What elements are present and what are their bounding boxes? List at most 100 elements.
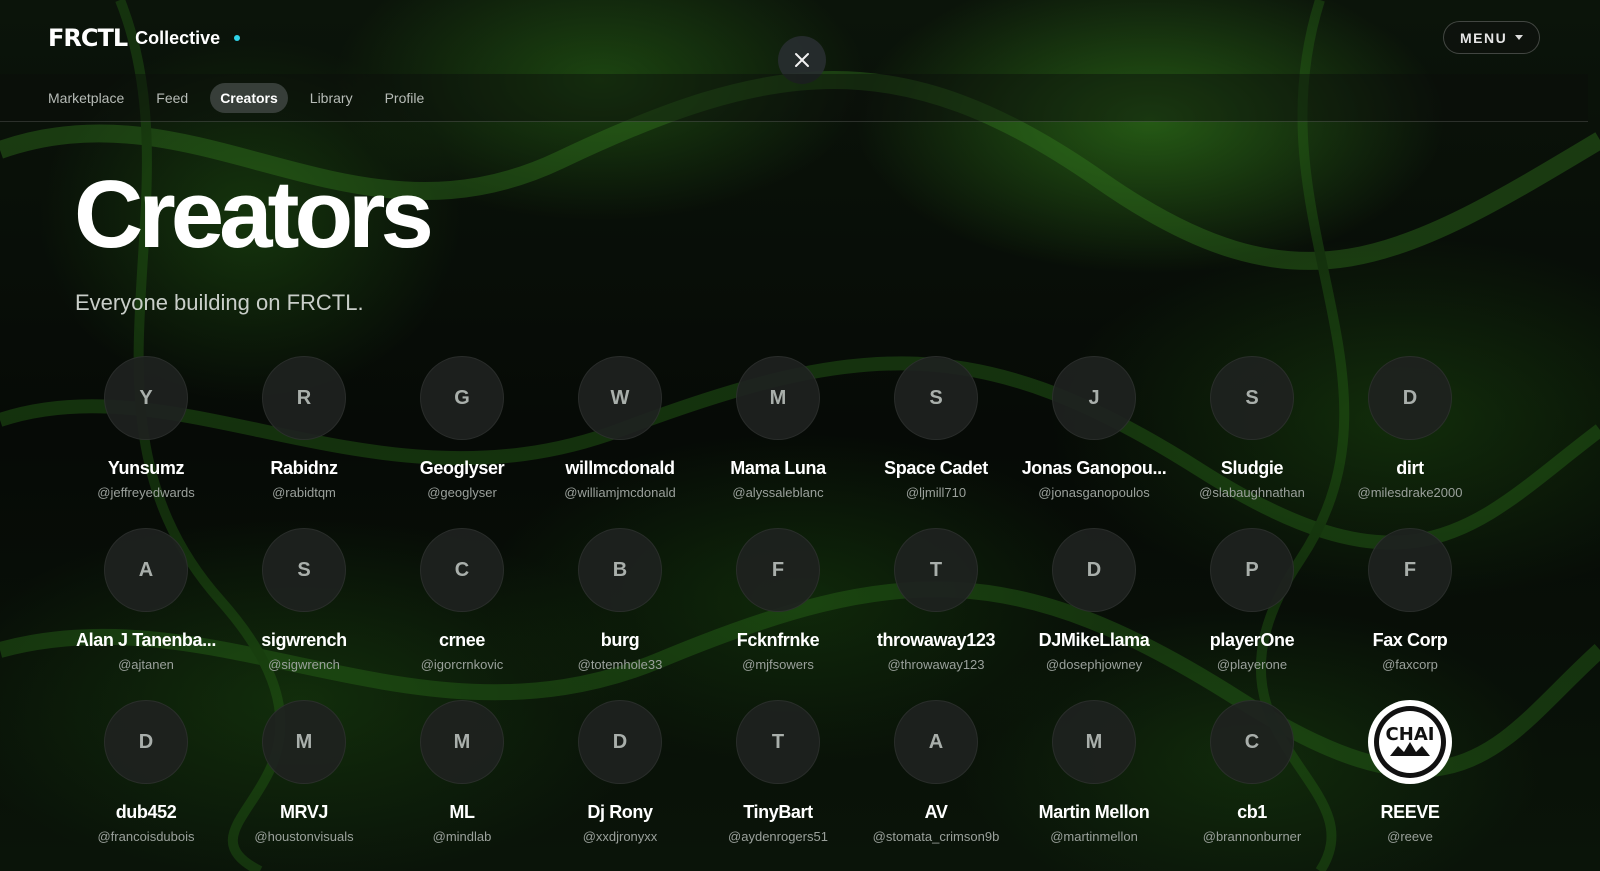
svg-text:CHAI: CHAI — [1386, 724, 1435, 745]
creator-handle: @igorcrnkovic — [420, 657, 504, 672]
creator-avatar: P — [1210, 528, 1294, 612]
creator-card[interactable]: A Alan J Tanenba... @ajtanen — [66, 528, 226, 672]
creator-card[interactable]: J Jonas Ganopou... @jonasganopoulos — [1014, 356, 1174, 500]
creator-handle: @xxdjronyxx — [582, 829, 658, 844]
creator-avatar: Y — [104, 356, 188, 440]
creator-name: Fax Corp — [1372, 630, 1448, 650]
creator-card[interactable]: CHAI SOCIETY REEVE @reeve — [1330, 700, 1490, 844]
creator-avatar: S — [894, 356, 978, 440]
creator-name: willmcdonald — [565, 458, 675, 478]
creator-card[interactable]: Tthrowaway123 @throwaway123 — [856, 528, 1016, 672]
creator-avatar: D — [1368, 356, 1452, 440]
creator-card[interactable]: D DJMikeLlama @dosephjowney — [1014, 528, 1174, 672]
creator-handle: @faxcorp — [1382, 657, 1438, 672]
creator-handle: @mindlab — [432, 829, 492, 844]
creator-handle: @reeve — [1387, 829, 1433, 844]
creator-handle: @brannonburner — [1202, 829, 1302, 844]
creator-handle: @throwaway123 — [887, 657, 985, 672]
creator-avatar: CHAI SOCIETY — [1368, 700, 1452, 784]
creator-card[interactable]: S Sludgie @slabaughnathan — [1172, 356, 1332, 500]
creator-name: Space Cadet — [884, 458, 988, 478]
creator-handle: @ajtanen — [118, 657, 174, 672]
creator-handle: @jeffreyedwards — [97, 485, 195, 500]
creator-avatar: S — [262, 528, 346, 612]
creator-card[interactable]: Ddub452 @francoisdubois — [66, 700, 226, 844]
creator-card[interactable]: F Fcknfrnke @mjfsowers — [698, 528, 858, 672]
creator-handle: @aydenrogers51 — [728, 829, 828, 844]
creator-name: Dj Rony — [587, 802, 653, 822]
creator-name: Rabidnz — [270, 458, 338, 478]
creator-name: Alan J Tanenba... — [76, 630, 216, 650]
creator-avatar: R — [262, 356, 346, 440]
creator-name: Yunsumz — [107, 458, 185, 478]
creator-handle: @playerone — [1216, 657, 1288, 672]
creator-handle: @francoisdubois — [97, 829, 195, 844]
creator-handle: @geoglyser — [427, 485, 497, 500]
creator-card[interactable]: F Fax Corp @faxcorp — [1330, 528, 1490, 672]
creator-avatar: T — [894, 528, 978, 612]
creator-name: AV — [924, 802, 948, 822]
creator-card[interactable]: M MRVJ @houstonvisuals — [224, 700, 384, 844]
creator-name: dub452 — [115, 802, 177, 822]
creator-handle: @slabaughnathan — [1199, 485, 1305, 500]
creator-card[interactable]: M ML @mindlab — [382, 700, 542, 844]
creator-card[interactable]: T TinyBart @aydenrogers51 — [698, 700, 858, 844]
creator-avatar: C — [420, 528, 504, 612]
creator-handle: @ljmill710 — [905, 485, 967, 500]
creator-avatar: W — [578, 356, 662, 440]
creator-name: ML — [449, 802, 475, 822]
creator-avatar: C — [1210, 700, 1294, 784]
creator-name: REEVE — [1380, 802, 1440, 822]
creator-name: cb1 — [1237, 802, 1267, 822]
creator-name: playerOne — [1209, 630, 1295, 650]
creator-card[interactable]: Wwillmcdonald @williamjmcdonald — [540, 356, 700, 500]
creator-name: Fcknfrnke — [736, 630, 820, 650]
creator-card[interactable]: M Martin Mellon @martinmellon — [1014, 700, 1174, 844]
creator-card[interactable]: Y Yunsumz @jeffreyedwards — [66, 356, 226, 500]
creator-card[interactable]: G Geoglyser @geoglyser — [382, 356, 542, 500]
creator-handle: @houstonvisuals — [254, 829, 354, 844]
creator-handle: @milesdrake2000 — [1357, 485, 1463, 500]
creator-avatar: M — [1052, 700, 1136, 784]
creator-avatar: F — [1368, 528, 1452, 612]
creator-avatar: D — [578, 700, 662, 784]
creator-name: Geoglyser — [419, 458, 505, 478]
creator-card[interactable]: A AV @stomata_crimson9b — [856, 700, 1016, 844]
creator-avatar: S — [1210, 356, 1294, 440]
creator-card[interactable]: S Space Cadet @ljmill710 — [856, 356, 1016, 500]
creator-card[interactable]: R Rabidnz @rabidtqm — [224, 356, 384, 500]
creator-card[interactable]: Ddirt @milesdrake2000 — [1330, 356, 1490, 500]
creator-name: throwaway123 — [876, 630, 996, 650]
creator-avatar: B — [578, 528, 662, 612]
creator-name: DJMikeLlama — [1038, 630, 1150, 650]
creators-grid: Y Yunsumz @jeffreyedwards R Rabidnz @rabidtqm… — [0, 0, 1600, 871]
creator-name: sigwrench — [261, 630, 347, 650]
creator-handle: @stomata_crimson9b — [872, 829, 1000, 844]
creator-handle: @jonasganopoulos — [1038, 485, 1150, 500]
creator-avatar: A — [104, 528, 188, 612]
svg-text:SOCIETY: SOCIETY — [1398, 762, 1422, 768]
creator-handle: @dosephjowney — [1045, 657, 1143, 672]
creator-avatar: T — [736, 700, 820, 784]
creator-card[interactable]: Ccb1 @brannonburner — [1172, 700, 1332, 844]
creator-name: crnee — [438, 630, 486, 650]
creator-avatar: D — [104, 700, 188, 784]
creator-avatar: J — [1052, 356, 1136, 440]
creator-handle: @mjfsowers — [742, 657, 814, 672]
creator-handle: @martinmellon — [1050, 829, 1138, 844]
creator-card[interactable]: PplayerOne @playerone — [1172, 528, 1332, 672]
creator-name: MRVJ — [279, 802, 329, 822]
creator-avatar: F — [736, 528, 820, 612]
creator-avatar: G — [420, 356, 504, 440]
creator-card[interactable]: Bburg @totemhole33 — [540, 528, 700, 672]
creator-avatar: A — [894, 700, 978, 784]
creator-name: dirt — [1396, 458, 1424, 478]
creator-card[interactable]: Ccrnee @igorcrnkovic — [382, 528, 542, 672]
creator-name: Sludgie — [1220, 458, 1284, 478]
creator-handle: @totemhole33 — [577, 657, 663, 672]
creator-avatar: M — [736, 356, 820, 440]
creator-card[interactable]: M Mama Luna @alyssaleblanc — [698, 356, 858, 500]
creator-card[interactable]: Ssigwrench @sigwrench — [224, 528, 384, 672]
creator-card[interactable]: D Dj Rony @xxdjronyxx — [540, 700, 700, 844]
creator-handle: @rabidtqm — [272, 485, 336, 500]
